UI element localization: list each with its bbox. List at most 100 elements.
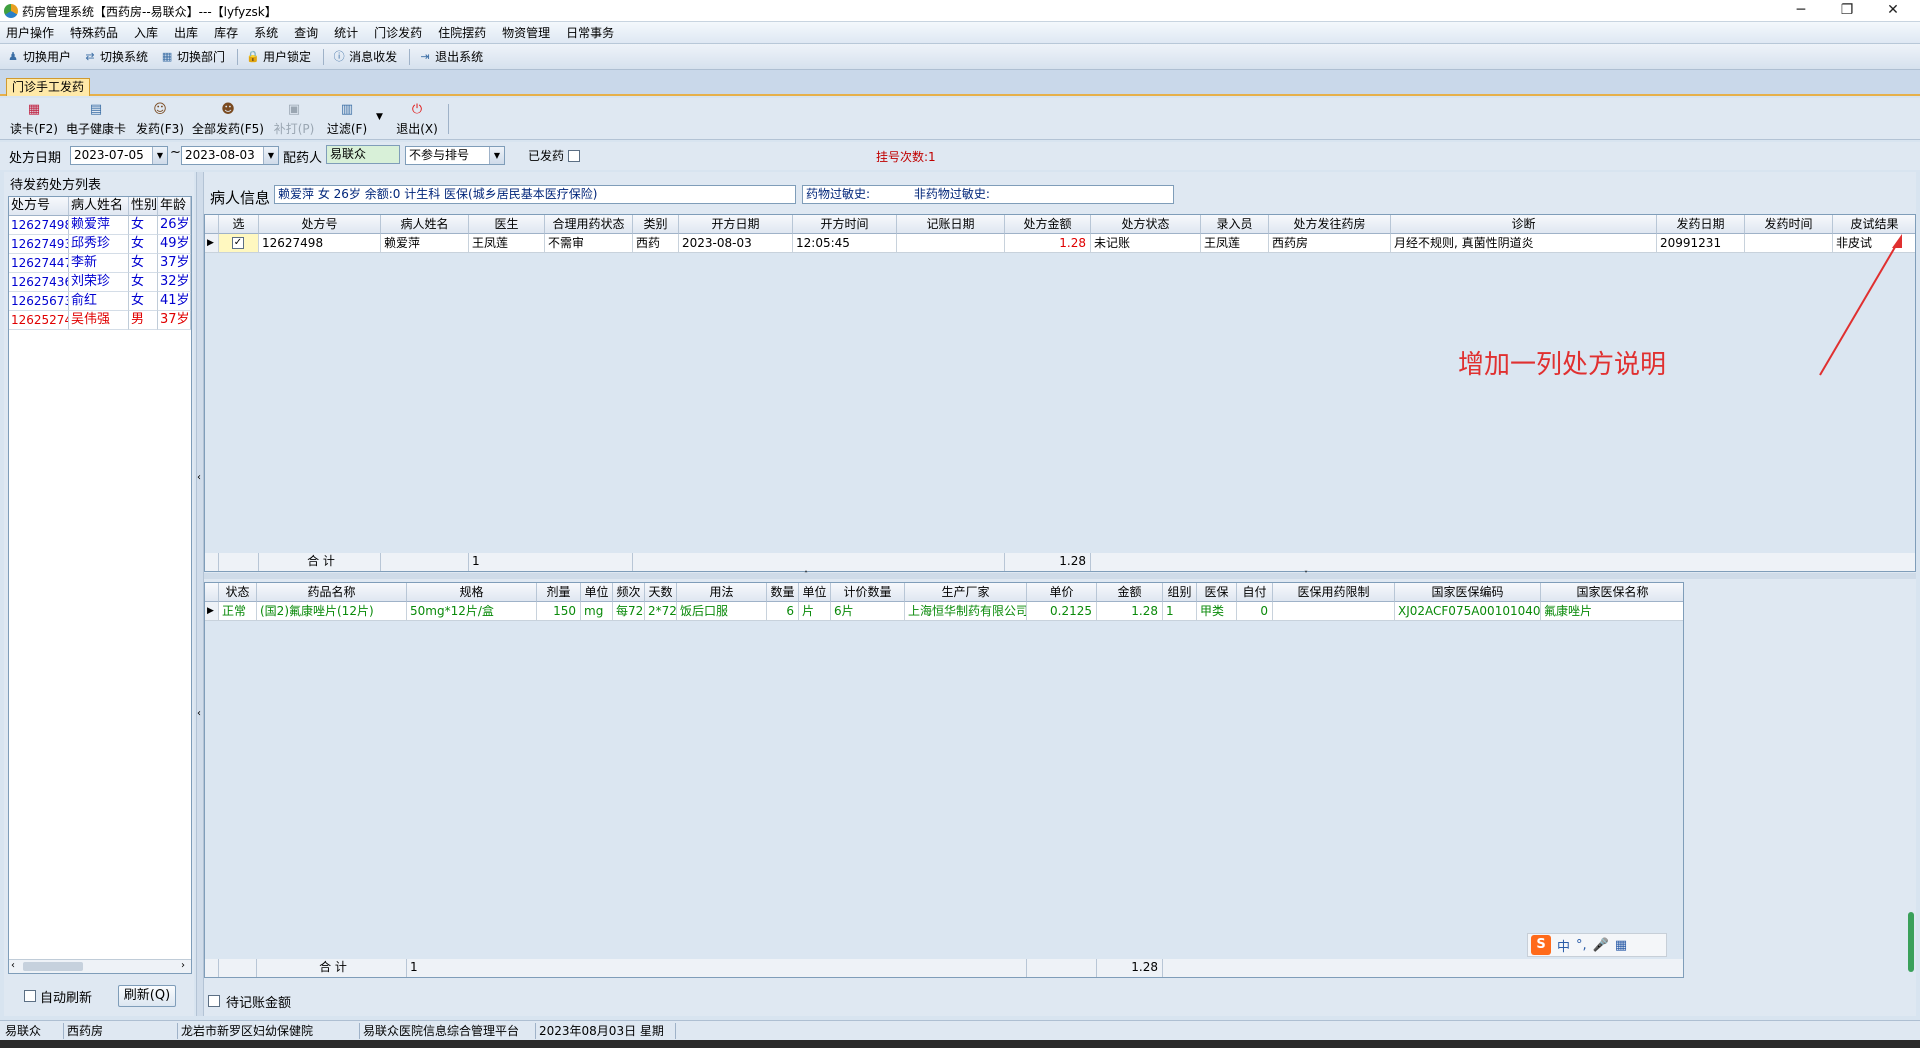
column-header-days[interactable]: 天数 <box>645 583 677 602</box>
switch-user-button[interactable]: ♟ 切换用户 <box>6 48 71 65</box>
dispense-button[interactable]: ☺ 发药(F3) <box>134 102 186 137</box>
refresh-button[interactable]: 刷新(Q) <box>118 985 176 1007</box>
pending-amount-checkbox[interactable] <box>208 995 220 1007</box>
column-header-drug-name[interactable]: 药品名称 <box>257 583 407 602</box>
column-header-spec[interactable]: 规格 <box>407 583 537 602</box>
column-header-diagnosis[interactable]: 诊断 <box>1391 215 1657 234</box>
scroll-right-icon[interactable]: › <box>181 960 185 971</box>
filter-button[interactable]: ▥ 过滤(F) <box>322 102 372 137</box>
exit-button[interactable]: ⏻ 退出(X) <box>392 102 442 137</box>
column-header-select[interactable]: 选 <box>219 215 259 234</box>
collapse-up-icon[interactable]: ˄ <box>804 570 808 579</box>
column-header-quantity[interactable]: 数量 <box>767 583 799 602</box>
column-header-manufacturer[interactable]: 生产厂家 <box>905 583 1027 602</box>
pharmacist-field[interactable]: 易联众 <box>326 145 400 164</box>
column-header-dose-unit[interactable]: 单位 <box>581 583 613 602</box>
prescription-grid[interactable]: 选 处方号 病人姓名 医生 合理用药状态 类别 开方日期 开方时间 记账日期 处… <box>204 214 1916 572</box>
maximize-button[interactable]: ❐ <box>1824 0 1870 22</box>
lock-user-button[interactable]: 🔒 用户锁定 <box>246 48 311 65</box>
ime-menu-icon[interactable]: ▦ <box>1615 938 1627 953</box>
auto-refresh-checkbox[interactable] <box>24 990 36 1002</box>
grid-splitter[interactable]: ˄ ˅ <box>204 570 1916 579</box>
column-header-self-pay[interactable]: 自付 <box>1237 583 1273 602</box>
menu-user-ops[interactable]: 用户操作 <box>6 24 54 41</box>
menu-stock-out[interactable]: 出库 <box>174 24 198 41</box>
column-header-rx-status[interactable]: 处方状态 <box>1091 215 1201 234</box>
column-header-amount[interactable]: 金额 <box>1097 583 1163 602</box>
column-header-sex[interactable]: 性别 <box>129 197 158 216</box>
column-header-frequency[interactable]: 频次 <box>613 583 645 602</box>
read-card-button[interactable]: ▦ 读卡(F2) <box>8 102 60 137</box>
pending-rx-list[interactable]: 处方号 病人姓名 性别 年龄 12627498 赖爱萍 女 26岁 126274… <box>8 196 192 974</box>
menu-system[interactable]: 系统 <box>254 24 278 41</box>
ime-language-toggle[interactable]: 中 <box>1557 936 1570 955</box>
column-header-patient-name[interactable]: 病人姓名 <box>69 197 129 216</box>
date-to-picker[interactable]: 2023-08-03 ▼ <box>181 146 279 165</box>
column-header-rational-status[interactable]: 合理用药状态 <box>545 215 633 234</box>
queue-select[interactable]: 不参与排号 ▼ <box>405 146 505 165</box>
menu-materials[interactable]: 物资管理 <box>502 24 550 41</box>
drug-detail-grid[interactable]: 状态 药品名称 规格 剂量 单位 频次 天数 用法 数量 单位 计价数量 生产厂… <box>204 582 1684 978</box>
horizontal-scrollbar[interactable]: ‹ › <box>9 959 191 973</box>
column-header-rx-no[interactable]: 处方号 <box>9 197 69 216</box>
column-header-rx-amount[interactable]: 处方金额 <box>1005 215 1091 234</box>
dispense-all-button[interactable]: ☻ 全部发药(F5) <box>190 102 266 137</box>
menu-special-drugs[interactable]: 特殊药品 <box>70 24 118 41</box>
switch-system-button[interactable]: ⇄ 切换系统 <box>83 48 148 65</box>
minimize-button[interactable]: ─ <box>1778 0 1824 22</box>
vertical-scroll-thumb[interactable] <box>1908 912 1914 972</box>
column-header-status[interactable]: 状态 <box>219 583 257 602</box>
column-header-insurance[interactable]: 医保 <box>1197 583 1237 602</box>
column-header-patient-name[interactable]: 病人姓名 <box>381 215 469 234</box>
column-header-doctor[interactable]: 医生 <box>469 215 545 234</box>
dispensed-checkbox[interactable] <box>568 150 580 162</box>
microphone-icon[interactable]: 🎤 <box>1593 938 1609 953</box>
column-header-unit[interactable]: 单位 <box>799 583 831 602</box>
collapse-left-icon[interactable]: ‹ <box>197 472 201 483</box>
date-from-picker[interactable]: 2023-07-05 ▼ <box>70 146 168 165</box>
chevron-down-icon[interactable]: ▼ <box>263 147 278 164</box>
row-select-checkbox[interactable]: ✓ <box>232 237 244 249</box>
filter-dropdown-icon[interactable]: ▼ <box>376 112 383 122</box>
column-header-category[interactable]: 类别 <box>633 215 679 234</box>
menu-statistics[interactable]: 统计 <box>334 24 358 41</box>
panel-splitter[interactable]: ‹ ‹ <box>196 172 204 1016</box>
column-header-billing-qty[interactable]: 计价数量 <box>831 583 905 602</box>
menu-stock-in[interactable]: 入库 <box>134 24 158 41</box>
column-header-unit-price[interactable]: 单价 <box>1027 583 1097 602</box>
column-header-usage[interactable]: 用法 <box>677 583 767 602</box>
column-header-entry-clerk[interactable]: 录入员 <box>1201 215 1269 234</box>
menu-outpatient-dispense[interactable]: 门诊发药 <box>374 24 422 41</box>
exit-system-button[interactable]: ⇥ 退出系统 <box>418 48 483 65</box>
messages-button[interactable]: ⓘ 消息收发 <box>332 48 398 65</box>
column-header-rx-no[interactable]: 处方号 <box>259 215 381 234</box>
column-header-insurance-limit[interactable]: 医保用药限制 <box>1273 583 1395 602</box>
column-header-rx-date[interactable]: 开方日期 <box>679 215 793 234</box>
column-header-rx-time[interactable]: 开方时间 <box>793 215 897 234</box>
scroll-thumb[interactable] <box>23 962 83 971</box>
close-button[interactable]: ✕ <box>1870 0 1916 22</box>
ime-punctuation-icon[interactable]: °, <box>1576 938 1587 953</box>
scroll-left-icon[interactable]: ‹ <box>11 960 15 971</box>
column-header-group[interactable]: 组别 <box>1163 583 1197 602</box>
health-card-button[interactable]: ▤ 电子健康卡 <box>64 102 128 137</box>
column-header-age[interactable]: 年龄 <box>158 197 191 216</box>
column-header-national-code[interactable]: 国家医保编码 <box>1395 583 1541 602</box>
column-header-target-pharmacy[interactable]: 处方发往药房 <box>1269 215 1391 234</box>
chevron-down-icon[interactable]: ▼ <box>152 147 167 164</box>
collapse-left-icon[interactable]: ‹ <box>197 708 201 719</box>
column-header-dispense-date[interactable]: 发药日期 <box>1657 215 1745 234</box>
switch-dept-button[interactable]: ▦ 切换部门 <box>160 48 225 65</box>
menu-inventory[interactable]: 库存 <box>214 24 238 41</box>
menu-daily-affairs[interactable]: 日常事务 <box>566 24 614 41</box>
column-header-bill-date[interactable]: 记账日期 <box>897 215 1005 234</box>
tab-outpatient-manual-dispense[interactable]: 门诊手工发药 <box>6 78 90 96</box>
reprint-button[interactable]: ▣ 补打(P) <box>270 102 318 137</box>
column-header-dose[interactable]: 剂量 <box>537 583 581 602</box>
column-header-national-name[interactable]: 国家医保名称 <box>1541 583 1683 602</box>
row-select-cell[interactable]: ✓ <box>219 234 259 253</box>
menu-inpatient-dispense[interactable]: 住院摆药 <box>438 24 486 41</box>
chevron-down-icon[interactable]: ▼ <box>489 147 504 164</box>
menu-query[interactable]: 查询 <box>294 24 318 41</box>
collapse-down-icon[interactable]: ˅ <box>1304 570 1308 579</box>
